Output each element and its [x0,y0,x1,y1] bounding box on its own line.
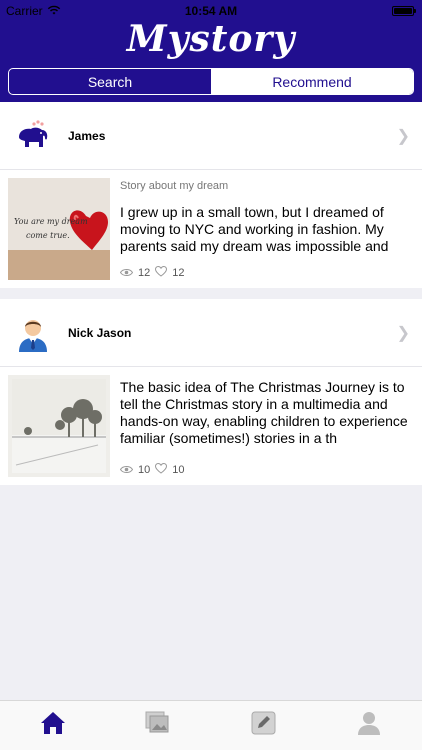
story-stats: 10 10 [119,462,185,477]
tab-recommend[interactable]: Recommend [211,69,413,94]
user-row[interactable]: Nick Jason ❯ [0,299,422,367]
feed-item: James ❯ You are my dream come true. Stor… [0,102,422,288]
story-stats: 12 12 [119,265,185,280]
tab-home[interactable] [0,701,106,750]
businessman-icon [14,314,52,352]
heart-icon [155,462,168,477]
story-row[interactable]: The basic idea of The Christmas Journey … [0,367,422,485]
thumb-caption-line1: You are my dream [14,217,88,226]
story-thumbnail: You are my dream come true. [8,178,110,280]
tab-gallery[interactable] [106,701,212,750]
heart-icon [155,265,168,280]
clock: 10:54 AM [184,4,238,18]
thumb-caption-line2: come true. [26,231,70,240]
likes-count: 12 [172,267,185,279]
battery-icon [392,6,416,16]
user-row[interactable]: James ❯ [0,102,422,170]
tab-bar [0,700,422,750]
home-icon [40,711,66,740]
chevron-right-icon: ❯ [396,324,410,342]
story-title: Story about my dream [120,180,229,192]
elephant-icon [14,117,52,155]
story-thumbnail [8,375,110,477]
eye-icon [119,463,134,477]
tab-search[interactable]: Search [9,69,211,94]
views-count: 10 [138,464,151,476]
likes-count: 10 [172,464,185,476]
tab-write[interactable] [211,701,317,750]
user-name: Nick Jason [68,325,132,340]
eye-icon [119,266,134,280]
views-count: 12 [138,267,151,279]
tab-profile[interactable] [317,701,422,750]
app-header: Carrier 10:54 AM Mystory Search Recommen… [0,0,422,102]
story-excerpt: I grew up in a small town, but I dreamed… [120,204,389,254]
chevron-right-icon: ❯ [396,127,410,145]
edit-icon [251,711,277,740]
story-excerpt: The basic idea of The Christmas Journey … [120,379,408,446]
story-row[interactable]: You are my dream come true. Story about … [0,170,422,288]
gallery-icon [145,711,171,740]
segmented-control: Search Recommend [8,68,414,95]
app-logo: Mystory [126,18,296,60]
user-name: James [68,128,106,143]
feed-item: Nick Jason ❯ The basic idea of The Chris… [0,299,422,485]
profile-icon [357,710,381,741]
